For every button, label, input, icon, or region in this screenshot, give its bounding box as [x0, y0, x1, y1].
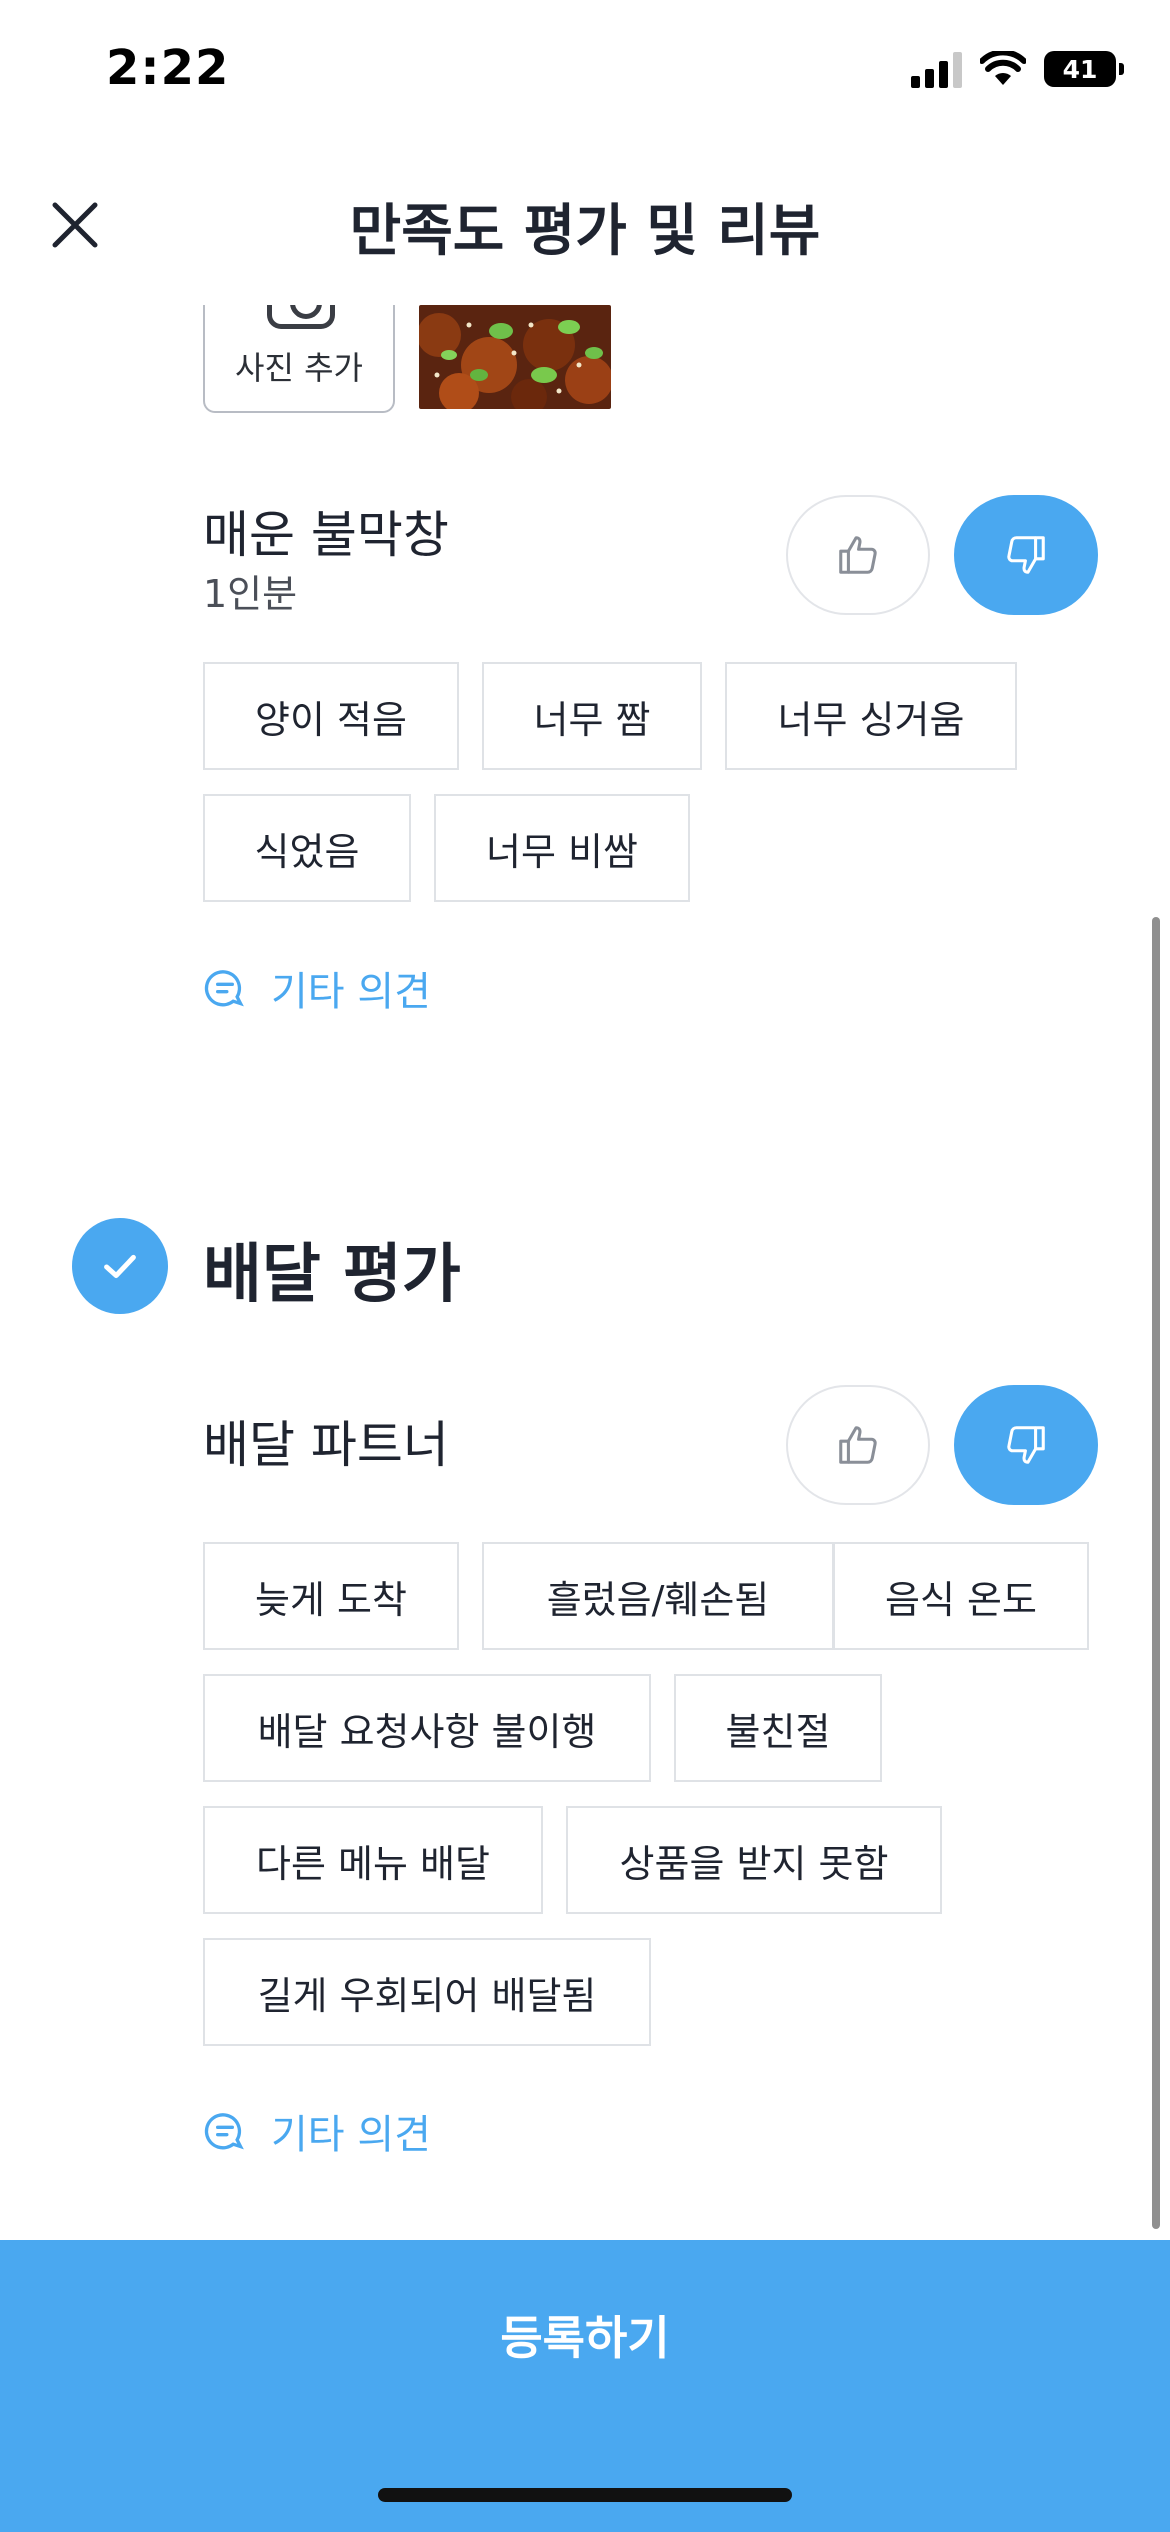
- menu-item-name: 매운 불막창: [203, 506, 449, 564]
- review-content[interactable]: 사진 추가 매운 불막창 1인분 양이 적음 너무 짬 너무 싱거움 식었음 너…: [0, 305, 1170, 2240]
- add-photo-label: 사진 추가: [235, 349, 363, 387]
- delivery-chip-food-temperature[interactable]: 음식 온도: [833, 1542, 1089, 1650]
- delivery-chip-late[interactable]: 늦게 도착: [203, 1542, 459, 1650]
- menu-dislike-button[interactable]: [954, 495, 1098, 615]
- cellular-signal-icon: [911, 50, 962, 88]
- delivery-section-title: 배달 평가: [203, 1238, 461, 1312]
- wifi-icon: [980, 51, 1026, 85]
- comment-icon: [204, 2113, 244, 2150]
- menu-chip-cold[interactable]: 식었음: [203, 794, 411, 902]
- photo-row: 사진 추가: [203, 305, 611, 413]
- thumbs-down-icon: [1007, 1426, 1045, 1464]
- screen: 2:22 41 만족도 평가 및 리뷰 사진 추가 매운 불막창 1인분 양이 …: [0, 0, 1170, 2532]
- comment-icon: [204, 970, 244, 1007]
- thumbs-up-icon: [839, 1426, 877, 1464]
- scrollbar[interactable]: [1152, 917, 1160, 2229]
- menu-other-opinion-label: 기타 의견: [271, 969, 431, 1015]
- delivery-chip-not-received[interactable]: 상품을 받지 못함: [566, 1806, 942, 1914]
- header: 만족도 평가 및 리뷰: [0, 150, 1170, 300]
- thumbs-down-icon: [1007, 536, 1045, 574]
- camera-icon: [267, 305, 335, 329]
- page-title: 만족도 평가 및 리뷰: [349, 199, 821, 264]
- food-photo-image: [419, 305, 611, 409]
- thumbs-up-icon: [839, 536, 877, 574]
- submit-button[interactable]: 등록하기: [0, 2302, 1170, 2368]
- add-photo-button[interactable]: 사진 추가: [203, 305, 395, 413]
- status-icons: 41: [911, 50, 1124, 88]
- delivery-chip-request-ignored[interactable]: 배달 요청사항 불이행: [203, 1674, 651, 1782]
- delivery-dislike-button[interactable]: [954, 1385, 1098, 1505]
- menu-chip-too-bland[interactable]: 너무 싱거움: [725, 662, 1017, 770]
- menu-chip-portion[interactable]: 양이 적음: [203, 662, 459, 770]
- delivery-chip-spilled[interactable]: 흘렀음/훼손됨: [482, 1542, 834, 1650]
- delivery-chip-unkind[interactable]: 불친절: [674, 1674, 882, 1782]
- delivery-section-check-icon: [72, 1218, 168, 1314]
- delivery-partner-label: 배달 파트너: [203, 1416, 449, 1474]
- delivery-chip-wrong-menu[interactable]: 다른 메뉴 배달: [203, 1806, 543, 1914]
- delivery-other-opinion-label: 기타 의견: [271, 2112, 431, 2158]
- menu-chip-too-salty[interactable]: 너무 짬: [482, 662, 702, 770]
- status-time: 2:22: [106, 40, 230, 96]
- delivery-chip-detour[interactable]: 길게 우회되어 배달됨: [203, 1938, 651, 2046]
- menu-chip-too-expensive[interactable]: 너무 비쌈: [434, 794, 690, 902]
- food-photo-thumbnail[interactable]: [419, 305, 611, 409]
- delivery-like-button[interactable]: [786, 1385, 930, 1505]
- home-indicator[interactable]: [378, 2488, 792, 2502]
- menu-other-opinion-button[interactable]: 기타 의견: [203, 959, 431, 1017]
- menu-item-quantity: 1인분: [203, 572, 298, 616]
- delivery-other-opinion-button[interactable]: 기타 의견: [203, 2102, 431, 2160]
- battery-icon: 41: [1044, 51, 1124, 87]
- menu-like-button[interactable]: [786, 495, 930, 615]
